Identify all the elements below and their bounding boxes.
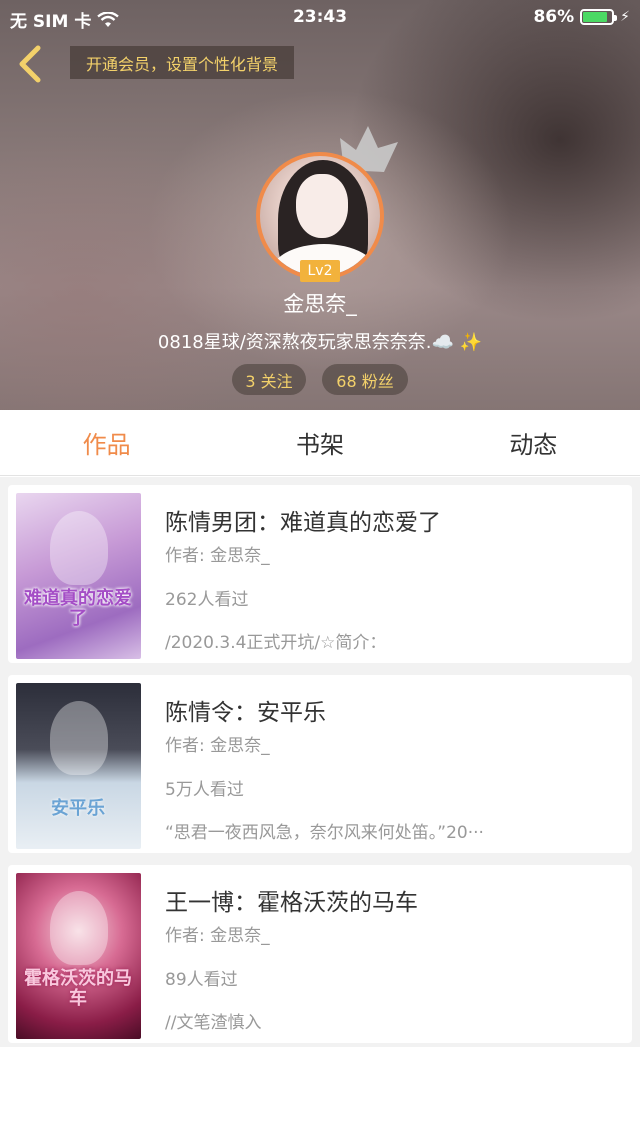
book-author: 作者: 金思奈_ [165,546,270,566]
book-cover: 霍格沃茨的马车 [16,873,141,1039]
book-card[interactable]: 霍格沃茨的马车 王一博：霍格沃茨的马车 作者: 金思奈_ 89人看过 //文笔渣… [8,865,632,1043]
book-intro: “思君一夜西风急，奈尔风来何处笛。”20··· [165,823,484,843]
book-title: 陈情令：安平乐 [165,700,326,726]
cover-title: 安平乐 [51,798,105,819]
vip-background-banner[interactable]: 开通会员，设置个性化背景 [70,46,295,79]
book-list: 难道真的恋爱了 陈情男团：难道真的恋爱了 作者: 金思奈_ 262人看过 /20… [0,477,640,1047]
charging-icon: ⚡ [620,9,630,25]
book-intro: /2020.3.4正式开坑/☆简介： [165,633,387,653]
chevron-left-icon [19,45,41,83]
user-bio: 0818星球/资深熬夜玩家思奈奈奈.☁️ ✨ [157,332,483,353]
profile-tabs: 作品 书架 动态 [0,410,640,476]
book-title: 王一博：霍格沃茨的马车 [165,890,418,916]
cover-title: 难道真的恋爱了 [24,588,132,629]
tab-bookshelf[interactable]: 书架 [213,410,426,475]
profile-header: 无 SIM 卡 23:43 86% ⚡ 开通会员，设置个性化背景 Lv2 金思奈… [0,0,640,410]
avatar-face [296,174,348,238]
cover-figure [50,701,108,775]
following-count-button[interactable]: 3 关注 [232,364,306,395]
tab-activity[interactable]: 动态 [427,410,640,475]
level-badge: Lv2 [300,260,340,282]
cover-figure [50,891,108,965]
status-right: 86% ⚡ [533,7,630,27]
book-author: 作者: 金思奈_ [165,736,270,756]
battery-icon [580,9,618,25]
fans-count-button[interactable]: 68 粉丝 [322,364,408,395]
book-card[interactable]: 难道真的恋爱了 陈情男团：难道真的恋爱了 作者: 金思奈_ 262人看过 /20… [8,485,632,663]
book-cover: 安平乐 [16,683,141,849]
book-cover: 难道真的恋爱了 [16,493,141,659]
book-author: 作者: 金思奈_ [165,926,270,946]
status-bar: 无 SIM 卡 23:43 86% ⚡ [0,0,640,34]
tab-works[interactable]: 作品 [0,410,213,475]
book-title: 陈情男团：难道真的恋爱了 [165,510,441,536]
book-views: 262人看过 [165,590,249,610]
book-views: 5万人看过 [165,780,244,800]
cover-figure [50,511,108,585]
battery-fill [583,12,608,22]
book-intro: //文笔渣慎入 [165,1013,262,1033]
book-card[interactable]: 安平乐 陈情令：安平乐 作者: 金思奈_ 5万人看过 “思君一夜西风急，奈尔风来… [8,675,632,853]
cover-title: 霍格沃茨的马车 [24,968,132,1009]
battery-percent: 86% [533,7,575,27]
book-views: 89人看过 [165,970,238,990]
username: 金思奈_ [283,292,357,316]
back-button[interactable] [12,44,48,84]
